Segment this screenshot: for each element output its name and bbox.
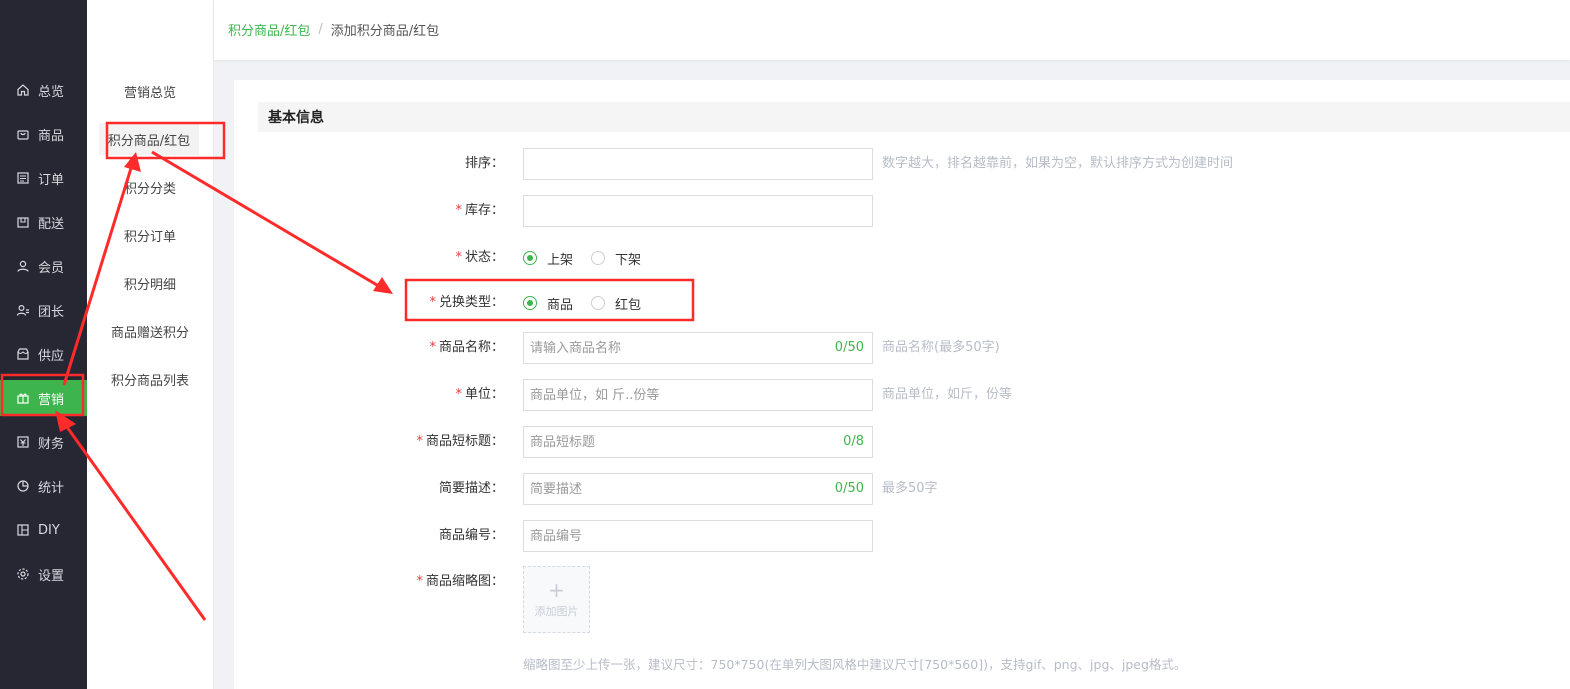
form-card: 基本信息 排序： 数字越大，排名越靠前，如果为空，默认排序方式为创建时间 * 库存… [234,80,1570,689]
nav-item-orders[interactable]: 订单 [0,160,87,196]
form-row-brief: 简要描述： 0/50 最多50字 [234,473,1570,505]
breadcrumb-separator: / [318,22,323,37]
unit-hint: 商品单位，如斤，份等 [882,387,1013,402]
status-label: * 状态： [455,250,504,265]
nav-item-label: 团长 [38,304,65,320]
nav-item-goods[interactable]: 商品 [0,116,87,152]
nav-item-label: 订单 [38,172,65,188]
name-char-count: 0/50 [834,340,864,355]
name-hint: 商品名称(最多50字) [882,340,1000,355]
nav-item-label: 会员 [38,260,65,276]
finance-icon [16,435,30,449]
short-title-label: * 商品短标题： [416,434,504,449]
nav-item-settings[interactable]: 设置 [0,556,87,592]
exchange-type-radio-goods[interactable]: 商品 [523,294,573,313]
nav-item-label: 设置 [38,568,65,584]
submenu-item-points-goods[interactable]: 积分商品/红包 [99,123,199,155]
user-icon [16,259,30,273]
unit-input[interactable] [523,379,873,411]
order-icon [16,171,30,185]
gear-icon [16,567,30,581]
breadcrumb-current: 添加积分商品/红包 [330,24,440,39]
breadcrumb: 积分商品/红包 / 添加积分商品/红包 [228,20,439,39]
form-row-unit: *单位： 商品单位，如斤，份等 [234,379,1570,411]
nav-item-stats[interactable]: 统计 [0,468,87,504]
status-radio-off-shelf[interactable]: 下架 [591,249,641,268]
form-row-status: * 状态： 上架 下架 [234,242,1570,274]
gift-icon [16,391,30,405]
name-label: * 商品名称： [429,340,504,355]
submenu-item-goods-gift-points[interactable]: 商品赠送积分 [87,315,213,347]
sort-input[interactable] [523,148,873,180]
sort-label: 排序： [464,156,504,171]
code-label: 商品编号： [438,528,504,543]
add-image-button[interactable]: + 添加图片 [523,566,590,633]
nav-item-label: 商品 [38,128,65,144]
nav-item-overview[interactable]: 总览 [0,72,87,108]
nav-item-delivery[interactable]: 配送 [0,204,87,240]
radio-checked-icon [523,251,537,265]
goods-code-input[interactable] [523,520,873,552]
exchange-type-radio-redpacket[interactable]: 红包 [591,294,641,313]
bag-icon [16,127,30,141]
sort-hint: 数字越大，排名越靠前，如果为空，默认排序方式为创建时间 [882,156,1234,171]
marketing-submenu: 营销总览 积分商品/红包 积分分类 积分订单 积分明细 商品赠送积分 积分商品列… [87,0,214,689]
chart-icon [16,479,30,493]
status-radio-on-shelf[interactable]: 上架 [523,249,573,268]
nav-item-label: 供应 [38,348,65,364]
home-icon [16,83,30,97]
thumbnail-tip: 缩略图至少上传一张，建议尺寸：750*750(在单列大图风格中建议尺寸[750*… [523,657,1187,672]
submenu-item-points-detail[interactable]: 积分明细 [87,267,213,299]
nav-item-label: 营销 [38,392,65,408]
unit-label: * 单位： [455,387,504,402]
form-row-name: *商品名称： 0/50 商品名称(最多50字) [234,332,1570,364]
nav-item-marketing[interactable]: 营销 [0,380,87,416]
short-title-char-count: 0/8 [843,434,864,449]
leader-icon [16,303,30,317]
submenu-item-points-category[interactable]: 积分分类 [87,171,213,203]
nav-item-label: 财务 [38,436,65,452]
radio-unchecked-icon [591,251,606,265]
nav-item-supply[interactable]: 供应 [0,336,87,372]
submenu-item-points-orders[interactable]: 积分订单 [87,219,213,251]
breadcrumb-parent-link[interactable]: 积分商品/红包 [228,20,310,39]
nav-item-finance[interactable]: 财务 [0,424,87,460]
main-nav: 总览 商品 订单 配送 会员 团长 供应 营销 财务 统计 DIY 设置 [0,0,87,689]
form-row-code: 商品编号： [234,520,1570,552]
plus-icon: + [548,577,565,602]
nav-item-diy[interactable]: DIY [0,512,87,548]
form-row-exchange-type: * 兑换类型： 商品 红包 [234,287,1570,319]
nav-item-leaders[interactable]: 团长 [0,292,87,328]
brief-hint: 最多50字 [882,481,938,496]
store-icon [16,347,30,361]
delivery-icon [16,215,30,229]
radio-unchecked-icon [591,296,606,310]
exchange-type-label: * 兑换类型： [429,295,504,310]
nav-item-label: 统计 [38,480,65,496]
nav-item-label: DIY [38,522,60,538]
layout-icon [16,523,30,537]
status-radio-group: 上架 下架 [523,242,659,274]
thumbnail-label: * 商品缩略图： [416,574,504,589]
stock-input[interactable] [523,195,873,227]
radio-checked-icon [523,296,537,310]
header-bar: 积分商品/红包 / 添加积分商品/红包 [214,0,1570,60]
nav-item-label: 总览 [38,84,65,100]
section-title: 基本信息 [258,102,1570,132]
form-row-stock: * 库存： [234,195,1570,227]
exchange-type-radio-group: 商品 红包 [523,287,659,319]
add-image-label: 添加图片 [534,604,579,618]
nav-item-members[interactable]: 会员 [0,248,87,284]
submenu-item-overview[interactable]: 营销总览 [87,75,213,107]
stock-label: * 库存： [455,203,504,218]
brief-label: 简要描述： [438,481,504,496]
brief-char-count: 0/50 [834,481,864,496]
form-row-thumbnail: * 商品缩略图： + 添加图片 [234,566,1570,633]
nav-item-label: 配送 [38,216,65,232]
submenu-item-points-goods-list[interactable]: 积分商品列表 [87,363,213,395]
form-row-short-title: *商品短标题： 0/8 [234,426,1570,458]
form-row-sort: 排序： 数字越大，排名越靠前，如果为空，默认排序方式为创建时间 [234,148,1570,180]
